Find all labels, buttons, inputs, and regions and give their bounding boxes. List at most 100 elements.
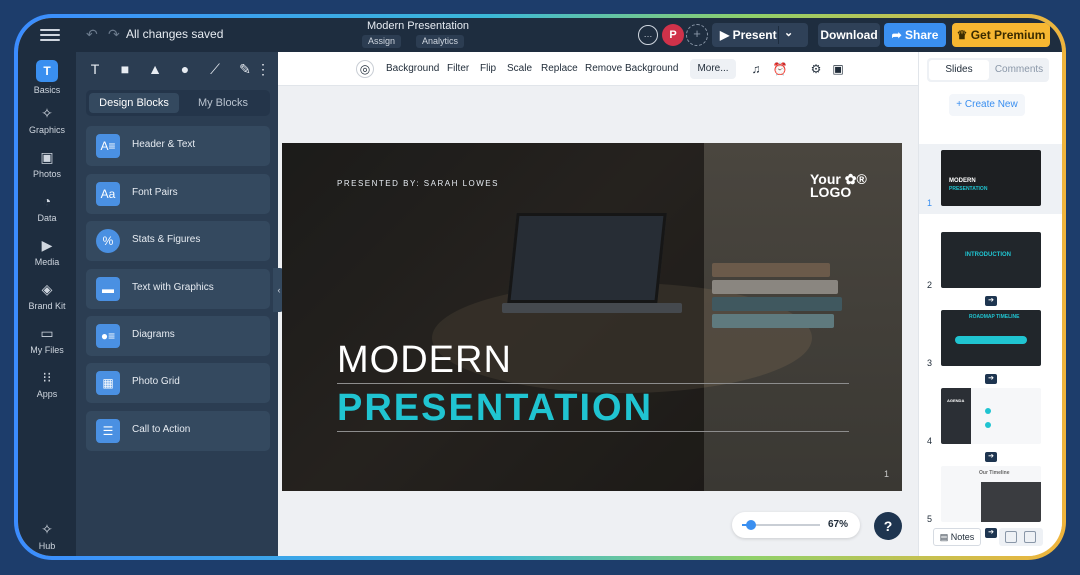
- slides-panel: Slides Comments + Create New MODERN PRESE…: [918, 52, 1062, 556]
- toolbar-background[interactable]: Background: [386, 63, 439, 74]
- text-with-graphics-icon: ▬: [96, 277, 120, 301]
- rail-item-photos[interactable]: ▣ Photos: [18, 148, 76, 179]
- apps-grid-icon: ⁝⁝: [42, 369, 52, 385]
- rail-item-my-files[interactable]: ▭ My Files: [18, 324, 76, 355]
- rectangle-tool-icon[interactable]: ■: [114, 58, 136, 80]
- slide-thumbnail-4[interactable]: AGENDA 4: [919, 382, 1062, 452]
- rail-item-media[interactable]: ▶ Media: [18, 236, 76, 267]
- analytics-button[interactable]: Analytics: [416, 35, 465, 48]
- block-header-text[interactable]: A≡ Header & Text: [86, 126, 270, 166]
- folder-icon: ▭: [40, 325, 54, 341]
- more-tools-icon[interactable]: ⋮: [256, 58, 270, 80]
- save-status: All changes saved: [126, 27, 224, 41]
- redo-icon[interactable]: ↷: [108, 26, 120, 43]
- present-button[interactable]: ▶ Present ⌄: [712, 23, 808, 47]
- triangle-tool-icon[interactable]: ▲: [144, 58, 166, 80]
- notes-button[interactable]: ▤ Notes: [933, 528, 981, 546]
- slide-number: 5: [927, 514, 933, 524]
- music-icon[interactable]: ♫: [748, 61, 764, 77]
- block-stats-figures[interactable]: % Stats & Figures: [86, 221, 270, 261]
- block-font-pairs[interactable]: Aa Font Pairs: [86, 174, 270, 214]
- tab-design-blocks[interactable]: Design Blocks: [89, 93, 179, 113]
- undo-icon[interactable]: ↶: [86, 26, 98, 43]
- app-frame: ↶ ↷ All changes saved Modern Presentatio…: [14, 14, 1066, 560]
- zoom-control: 67%: [732, 512, 860, 538]
- zoom-slider-handle[interactable]: [746, 520, 757, 530]
- slide-title-line1[interactable]: MODERN: [337, 339, 512, 382]
- thumbnail-image: ROADMAP TIMELINE: [941, 310, 1041, 366]
- grid-view-icon[interactable]: [1005, 531, 1017, 543]
- photo-icon: ▣: [40, 149, 54, 165]
- tab-comments[interactable]: Comments: [989, 60, 1049, 80]
- list-view-icon[interactable]: [1024, 531, 1036, 543]
- download-button[interactable]: Download: [818, 23, 880, 47]
- tab-slides[interactable]: Slides: [929, 60, 989, 80]
- comment-icon[interactable]: …: [638, 25, 658, 45]
- document-title[interactable]: Modern Presentation: [358, 20, 478, 32]
- slide-canvas[interactable]: PRESENTED BY: SARAH LOWES Your ✿® LOGO MO…: [282, 143, 902, 491]
- view-toggle: [999, 528, 1043, 546]
- rail-item-graphics[interactable]: ✧ Graphics: [18, 104, 76, 135]
- hub-sparkle-icon: ✧: [41, 521, 53, 537]
- slide-number: 1: [927, 198, 933, 208]
- slide-thumbnail-2[interactable]: INTRODUCTION 2: [919, 226, 1062, 296]
- transition-icon[interactable]: ➔: [985, 528, 997, 538]
- design-blocks-panel: T ■ ▲ ● ⟋ ✎ ⋮ Design Blocks My Blocks A≡…: [76, 52, 278, 556]
- rail-item-brand-kit[interactable]: ◈ Brand Kit: [18, 280, 76, 311]
- avatar[interactable]: P: [662, 24, 684, 46]
- block-photo-grid[interactable]: ▦ Photo Grid: [86, 363, 270, 403]
- rail-item-data[interactable]: ◔ Data: [18, 192, 76, 223]
- pie-chart-icon: ◔: [42, 193, 52, 209]
- line-tool-icon[interactable]: ⟋: [204, 58, 226, 80]
- image-settings-icon[interactable]: ▣: [830, 61, 846, 77]
- assign-button[interactable]: Assign: [362, 35, 402, 48]
- block-diagrams[interactable]: ●≡ Diagrams: [86, 316, 270, 356]
- create-new-slide-button[interactable]: + Create New: [949, 94, 1025, 116]
- toolbar-remove-background[interactable]: Remove Background: [585, 63, 678, 74]
- app-window: ↶ ↷ All changes saved Modern Presentatio…: [18, 18, 1062, 556]
- block-call-to-action[interactable]: ☰ Call to Action: [86, 411, 270, 451]
- brand-kit-icon: ◈: [41, 281, 53, 297]
- toolbar-flip[interactable]: Flip: [480, 63, 496, 74]
- text-t-icon: T: [36, 60, 58, 82]
- slide-divider-top: [337, 383, 849, 384]
- get-premium-button[interactable]: ♛ Get Premium: [952, 23, 1050, 47]
- slide-presented-by[interactable]: PRESENTED BY: SARAH LOWES: [337, 179, 499, 188]
- call-to-action-icon: ☰: [96, 419, 120, 443]
- timer-icon[interactable]: ⏰: [772, 61, 788, 77]
- circle-tool-icon[interactable]: ●: [174, 58, 196, 80]
- slide-page-number: 1: [884, 469, 890, 479]
- toolbar-replace[interactable]: Replace: [541, 63, 578, 74]
- slide-photo-books: [712, 263, 842, 335]
- slide-thumbnail-5[interactable]: Our Timeline 5: [919, 460, 1062, 530]
- help-button[interactable]: ?: [874, 512, 902, 540]
- add-collaborator-icon[interactable]: +: [686, 24, 708, 46]
- slide-thumbnail-1[interactable]: MODERN PRESENTATION 1: [919, 144, 1062, 214]
- rail-item-apps[interactable]: ⁝⁝ Apps: [18, 368, 76, 399]
- assign-label: Assign: [368, 36, 396, 46]
- slide-title-line2[interactable]: PRESENTATION: [337, 387, 653, 430]
- more-button[interactable]: More...: [690, 59, 736, 79]
- present-label: ▶ Present: [720, 28, 777, 42]
- share-button[interactable]: ➦ Share: [884, 23, 946, 47]
- settings-gear-icon[interactable]: ⚙: [808, 61, 824, 77]
- toolbar-scale[interactable]: Scale: [507, 63, 532, 74]
- font-pairs-icon: Aa: [96, 182, 120, 206]
- zoom-value[interactable]: 67%: [828, 519, 848, 530]
- chevron-down-icon[interactable]: ⌄: [784, 26, 793, 39]
- tab-my-blocks[interactable]: My Blocks: [178, 93, 268, 113]
- insert-toolbar: T ■ ▲ ● ⟋ ✎ ⋮: [84, 58, 270, 80]
- thumbnail-image: Our Timeline: [941, 466, 1041, 522]
- rail-item-basics[interactable]: T Basics: [18, 60, 76, 95]
- slide-logo[interactable]: Your ✿® LOGO: [810, 172, 867, 199]
- slide-thumbnail-3[interactable]: ROADMAP TIMELINE 3: [919, 304, 1062, 374]
- text-tool-icon[interactable]: T: [84, 58, 106, 80]
- slide-number: 3: [927, 358, 933, 368]
- pen-tool-icon[interactable]: ✎: [234, 58, 256, 80]
- slide-overlay: [282, 143, 704, 491]
- toolbar-filter[interactable]: Filter: [447, 63, 469, 74]
- animation-icon[interactable]: ◎: [356, 60, 374, 78]
- rail-item-hub[interactable]: ✧ Hub: [18, 520, 76, 551]
- block-text-with-graphics[interactable]: ▬ Text with Graphics: [86, 269, 270, 309]
- hamburger-menu-icon[interactable]: [40, 26, 60, 44]
